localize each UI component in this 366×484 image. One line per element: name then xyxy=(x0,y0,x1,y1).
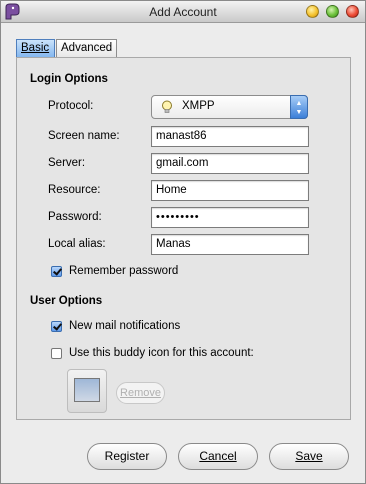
cancel-button[interactable]: Cancel xyxy=(178,443,258,470)
remember-password-label[interactable]: Remember password xyxy=(69,265,178,277)
remove-button[interactable]: Remove xyxy=(116,382,165,404)
register-button[interactable]: Register xyxy=(87,443,167,470)
buddy-icon-checkbox[interactable] xyxy=(51,348,62,359)
resource-label: Resource: xyxy=(48,184,101,196)
login-options-heading: Login Options xyxy=(30,73,108,85)
buddy-icon-button[interactable] xyxy=(67,369,107,413)
screen-name-label: Screen name: xyxy=(48,130,120,142)
protocol-value: XMPP xyxy=(182,100,215,112)
minimize-button[interactable] xyxy=(306,5,319,18)
new-mail-label[interactable]: New mail notifications xyxy=(69,320,180,332)
remember-password-checkbox[interactable] xyxy=(51,266,62,277)
local-alias-field[interactable]: Manas xyxy=(151,234,309,255)
password-label: Password: xyxy=(48,211,102,223)
tab-basic[interactable]: Basic xyxy=(16,39,55,58)
add-account-window: Add Account Basic Advanced Login Options… xyxy=(0,0,366,484)
select-arrows-icon: ▲ ▼ xyxy=(290,95,308,119)
save-button[interactable]: Save xyxy=(269,443,349,470)
buddy-icon-label[interactable]: Use this buddy icon for this account: xyxy=(69,347,254,359)
server-label: Server: xyxy=(48,157,86,169)
zoom-button[interactable] xyxy=(326,5,339,18)
server-field[interactable]: gmail.com xyxy=(151,153,309,174)
protocol-label: Protocol: xyxy=(48,100,94,112)
user-options-heading: User Options xyxy=(30,295,103,307)
lightbulb-icon xyxy=(162,100,172,113)
protocol-select[interactable]: XMPP ▲ ▼ xyxy=(151,95,308,119)
close-button[interactable] xyxy=(346,5,359,18)
resource-field[interactable]: Home xyxy=(151,180,309,201)
tab-advanced[interactable]: Advanced xyxy=(56,39,117,58)
local-alias-label: Local alias: xyxy=(48,238,106,250)
image-placeholder-icon xyxy=(74,378,100,402)
password-field[interactable]: ••••••••• xyxy=(151,207,309,228)
screen-name-field[interactable]: manast86 xyxy=(151,126,309,147)
title-bar[interactable]: Add Account xyxy=(1,1,365,23)
new-mail-checkbox[interactable] xyxy=(51,321,62,332)
